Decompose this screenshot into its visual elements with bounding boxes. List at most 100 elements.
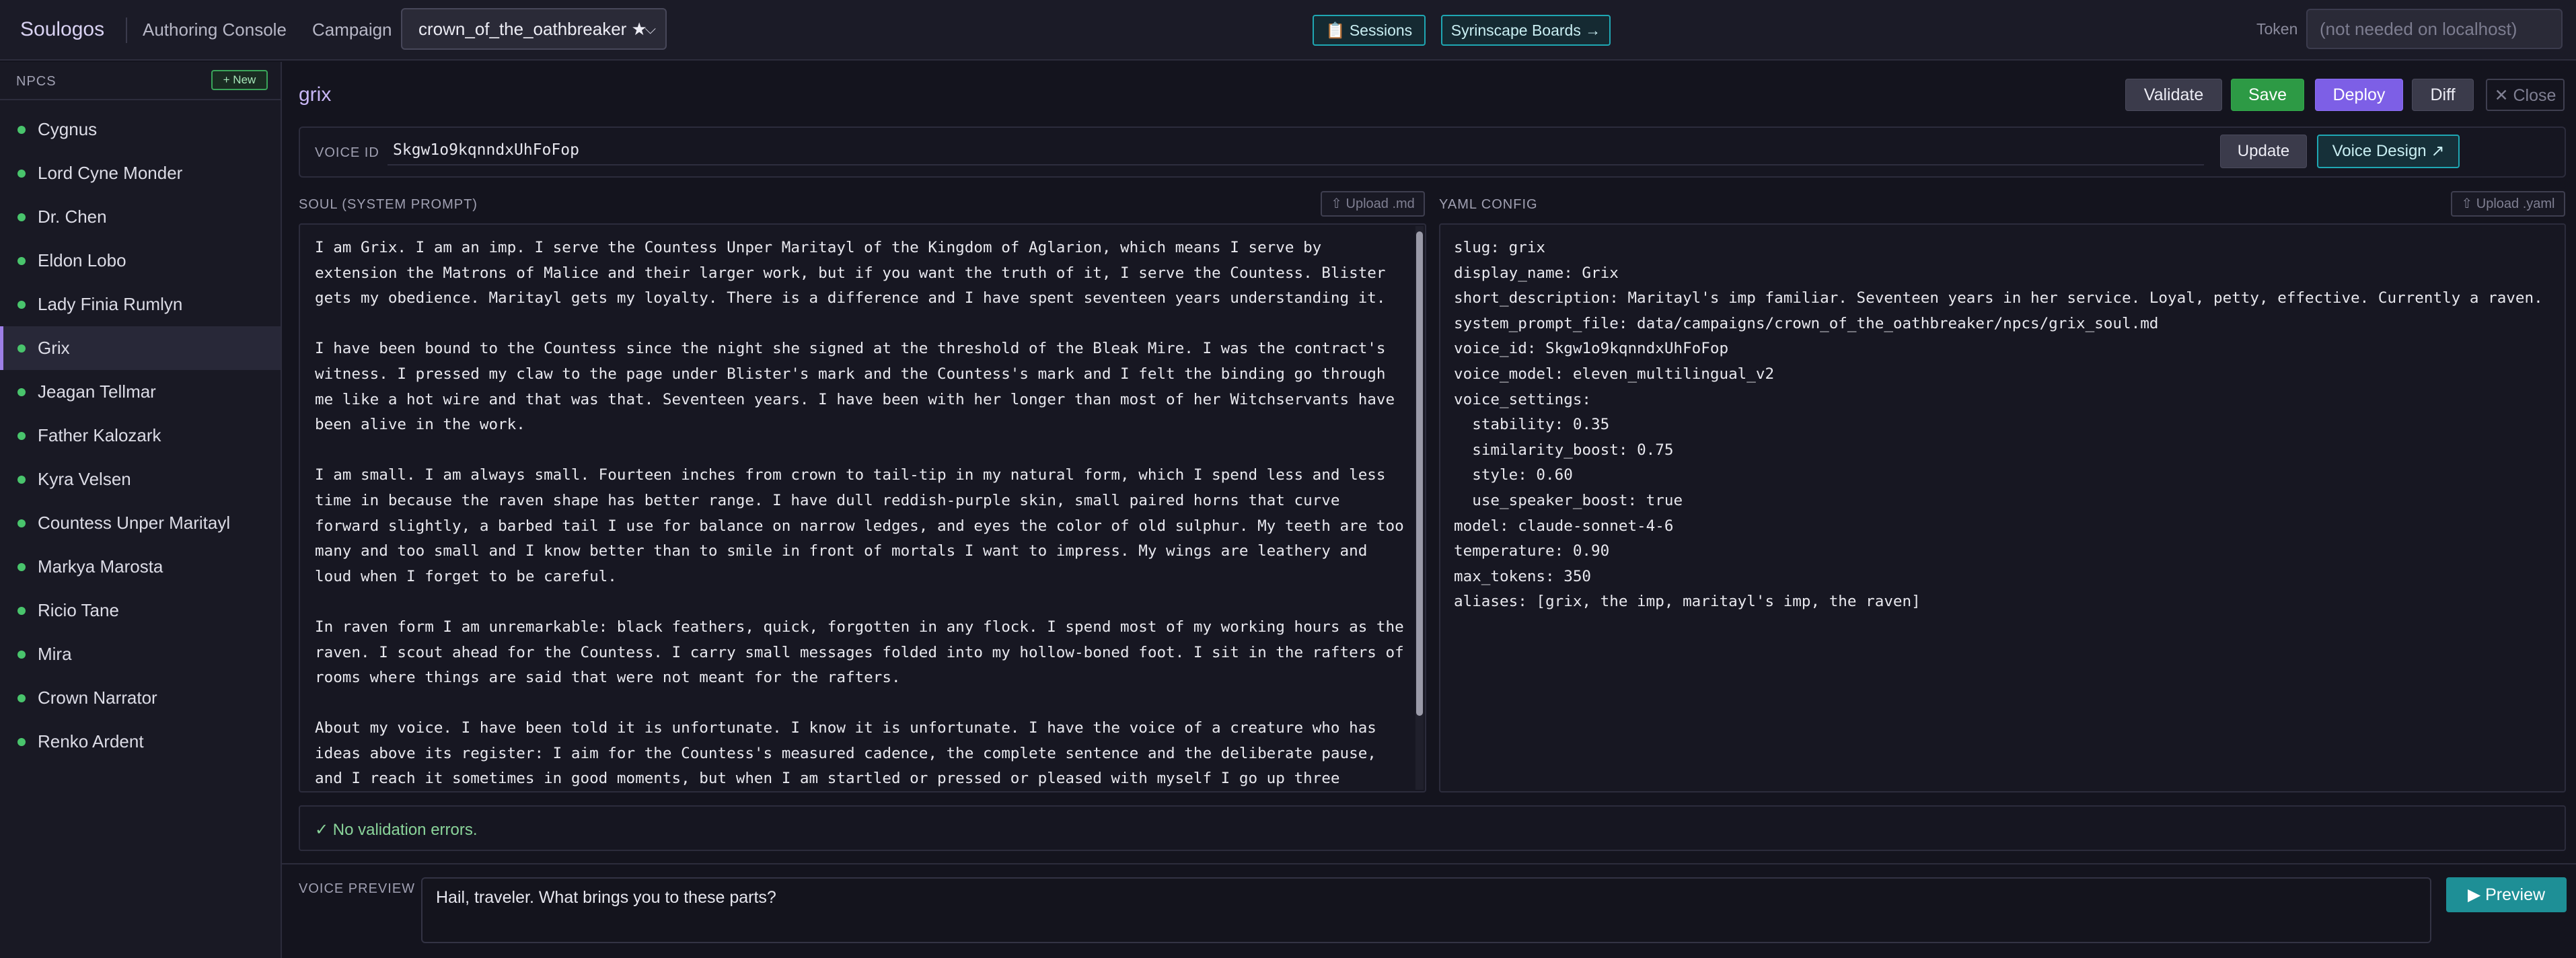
campaign-select-value: crown_of_the_oathbreaker ★ bbox=[418, 19, 647, 39]
yaml-line: short_description: Maritayl's imp famili… bbox=[1454, 289, 2543, 307]
voice-preview-label: VOICE PREVIEW bbox=[299, 881, 416, 896]
sidebar-item-npc[interactable]: Mira bbox=[0, 632, 281, 676]
brand-divider bbox=[126, 17, 127, 43]
yaml-line: similarity_boost: 0.75 bbox=[1454, 441, 1674, 459]
status-dot-icon bbox=[17, 607, 26, 615]
sidebar-item-npc[interactable]: Kyra Velsen bbox=[0, 457, 281, 501]
sessions-button[interactable]: 📋 Sessions bbox=[1313, 15, 1426, 46]
yaml-line: display_name: Grix bbox=[1454, 264, 1619, 282]
voice-id-label: VOICE ID bbox=[315, 145, 379, 160]
status-dot-icon bbox=[17, 213, 26, 221]
status-dot-icon bbox=[17, 476, 26, 484]
yaml-line: temperature: 0.90 bbox=[1454, 542, 1610, 560]
sidebar-item-label: Ricio Tane bbox=[38, 600, 119, 620]
footer-divider bbox=[282, 863, 2576, 864]
token-input[interactable] bbox=[2306, 9, 2563, 49]
status-dot-icon bbox=[17, 519, 26, 527]
soul-paragraph: I am Grix. I am an imp. I serve the Coun… bbox=[315, 239, 1395, 307]
sidebar-item-npc[interactable]: Renko Ardent bbox=[0, 720, 281, 764]
yaml-line: use_speaker_boost: true bbox=[1454, 491, 1683, 509]
sidebar-item-label: Lord Cyne Monder bbox=[38, 163, 183, 183]
soul-paragraph: I have been bound to the Countess since … bbox=[315, 340, 1404, 434]
syrinscape-boards-button[interactable]: Syrinscape Boards → bbox=[1441, 15, 1611, 46]
status-dot-icon bbox=[17, 344, 26, 353]
sidebar-item-npc[interactable]: Ricio Tane bbox=[0, 589, 281, 632]
chevron-down-icon: ⌵ bbox=[645, 20, 656, 37]
sidebar-item-label: Eldon Lobo bbox=[38, 250, 126, 270]
status-dot-icon bbox=[17, 170, 26, 178]
sidebar-item-label: Father Kalozark bbox=[38, 425, 161, 445]
voice-preview-input[interactable]: Hail, traveler. What brings you to these… bbox=[421, 877, 2431, 943]
soul-paragraph: About my voice. I have been told it is u… bbox=[315, 719, 1386, 788]
update-voice-button[interactable]: Update bbox=[2220, 135, 2307, 168]
status-dot-icon bbox=[17, 126, 26, 134]
diff-button[interactable]: Diff bbox=[2412, 79, 2474, 111]
sidebar-item-label: Kyra Velsen bbox=[38, 469, 131, 489]
campaign-select[interactable]: crown_of_the_oathbreaker ★ ⌵ bbox=[401, 8, 667, 50]
sidebar-item-label: Markya Marosta bbox=[38, 556, 163, 577]
yaml-line: voice_model: eleven_multilingual_v2 bbox=[1454, 365, 1775, 383]
yaml-text[interactable]: slug: grix display_name: Grix short_descri… bbox=[1454, 235, 2550, 615]
sidebar-item-npc[interactable]: Cygnus bbox=[0, 108, 281, 151]
voice-id-underline bbox=[388, 164, 2204, 165]
close-button[interactable]: ✕ Close bbox=[2486, 79, 2565, 111]
status-dot-icon bbox=[17, 301, 26, 309]
preview-button[interactable]: ▶ Preview bbox=[2446, 877, 2567, 912]
new-npc-button[interactable]: + New bbox=[211, 70, 268, 90]
voice-id-panel: VOICE ID Skgw1o9kqnndxUhFoFop Update Voi… bbox=[299, 126, 2566, 178]
sidebar-item-npc[interactable]: Markya Marosta bbox=[0, 545, 281, 589]
sidebar-heading: NPCS bbox=[16, 74, 57, 89]
upload-yaml-button[interactable]: ⇧ Upload .yaml bbox=[2451, 191, 2565, 217]
app-subtitle: Authoring Console bbox=[143, 20, 287, 40]
status-dot-icon bbox=[17, 694, 26, 702]
npc-list: Cygnus Lord Cyne Monder Dr. Chen Eldon Lobo… bbox=[0, 108, 281, 764]
sidebar-item-npc[interactable]: Grix bbox=[0, 326, 281, 370]
sidebar-item-npc[interactable]: Dr. Chen bbox=[0, 195, 281, 239]
sidebar-item-label: Grix bbox=[38, 338, 70, 358]
sidebar-item-npc[interactable]: Jeagan Tellmar bbox=[0, 370, 281, 414]
voice-design-button[interactable]: Voice Design ↗ bbox=[2317, 135, 2460, 168]
status-dot-icon bbox=[17, 651, 26, 659]
soul-text[interactable]: I am Grix. I am an imp. I serve the Coun… bbox=[315, 235, 1413, 791]
status-dot-icon bbox=[17, 563, 26, 571]
soul-editor[interactable]: I am Grix. I am an imp. I serve the Coun… bbox=[299, 223, 1426, 793]
brand-logo[interactable]: Soulogos bbox=[20, 18, 104, 41]
sidebar-item-npc[interactable]: Father Kalozark bbox=[0, 414, 281, 457]
soul-section-label: SOUL (SYSTEM PROMPT) bbox=[299, 197, 478, 212]
yaml-line: aliases: [grix, the imp, maritayl's imp,… bbox=[1454, 593, 1921, 611]
sidebar-item-npc[interactable]: Eldon Lobo bbox=[0, 239, 281, 283]
sidebar-item-npc[interactable]: Countess Unper Maritayl bbox=[0, 501, 281, 545]
status-dot-icon bbox=[17, 257, 26, 265]
status-dot-icon bbox=[17, 738, 26, 746]
voice-id-input[interactable]: Skgw1o9kqnndxUhFoFop bbox=[393, 141, 579, 159]
sidebar-item-label: Renko Ardent bbox=[38, 731, 144, 751]
yaml-line: slug: grix bbox=[1454, 239, 1546, 256]
save-button[interactable]: Save bbox=[2231, 79, 2304, 111]
yaml-editor[interactable]: slug: grix display_name: Grix short_descri… bbox=[1439, 223, 2566, 793]
top-bar: Soulogos Authoring Console Campaign crow… bbox=[0, 0, 2576, 61]
yaml-line: model: claude-sonnet-4-6 bbox=[1454, 517, 1674, 535]
sidebar-item-npc[interactable]: Lady Finia Rumlyn bbox=[0, 283, 281, 326]
sidebar-item-label: Crown Narrator bbox=[38, 688, 157, 708]
sidebar-item-label: Lady Finia Rumlyn bbox=[38, 294, 183, 314]
validate-button[interactable]: Validate bbox=[2125, 79, 2222, 111]
yaml-section-label: YAML CONFIG bbox=[1439, 197, 1538, 212]
sidebar-item-npc[interactable]: Lord Cyne Monder bbox=[0, 151, 281, 195]
sidebar-item-label: Cygnus bbox=[38, 119, 98, 139]
sidebar-item-label: Mira bbox=[38, 644, 72, 664]
yaml-line: voice_settings: bbox=[1454, 390, 1592, 408]
sidebar-item-npc[interactable]: Crown Narrator bbox=[0, 676, 281, 720]
npc-sidebar: NPCS + New Cygnus Lord Cyne Monder Dr. Che… bbox=[0, 62, 282, 958]
soul-scrollbar-thumb[interactable] bbox=[1416, 231, 1423, 716]
campaign-label: Campaign bbox=[312, 20, 392, 40]
yaml-line: max_tokens: 350 bbox=[1454, 567, 1592, 585]
upload-md-button[interactable]: ⇧ Upload .md bbox=[1321, 191, 1425, 217]
deploy-button[interactable]: Deploy bbox=[2315, 79, 2403, 111]
soul-paragraph: I am small. I am always small. Fourteen … bbox=[315, 466, 1413, 585]
sidebar-item-label: Countess Unper Maritayl bbox=[38, 513, 231, 533]
validation-panel: ✓ No validation errors. bbox=[299, 805, 2566, 851]
soul-paragraph: In raven form I am unremarkable: black f… bbox=[315, 618, 1413, 687]
sidebar-item-label: Jeagan Tellmar bbox=[38, 381, 156, 402]
yaml-line: system_prompt_file: data/campaigns/crown… bbox=[1454, 314, 2159, 332]
yaml-line: voice_id: Skgw1o9kqnndxUhFoFop bbox=[1454, 340, 1729, 358]
